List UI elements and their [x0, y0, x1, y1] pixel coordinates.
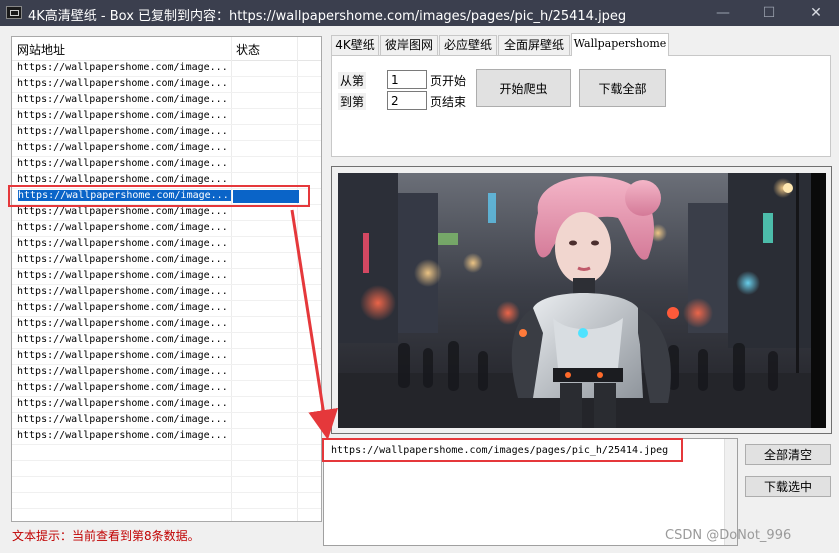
row-url: https://wallpapershome.com/image... [17, 222, 228, 233]
status-hint: 文本提示：当前查看到第8条数据。 [12, 529, 200, 543]
row-url: https://wallpapershome.com/image... [17, 270, 228, 281]
start-crawl-button[interactable]: 开始爬虫 [476, 69, 571, 107]
empty-row [12, 477, 321, 493]
wallpaper-preview-image [338, 173, 811, 428]
table-row[interactable]: https://wallpapershome.com/image... [12, 365, 321, 381]
empty-row [12, 509, 321, 525]
column-header-status[interactable]: 状态 [236, 41, 260, 58]
column-header-url[interactable]: 网站地址 [17, 41, 65, 58]
preview-right-border [811, 173, 826, 428]
to-page-input[interactable] [387, 91, 427, 110]
from-page-input[interactable] [387, 70, 427, 89]
app-window: 4K高清壁纸 - Box 已复制到内容：https://wallpapersho… [0, 0, 839, 553]
table-row[interactable]: https://wallpapershome.com/image... [12, 285, 321, 301]
table-row[interactable]: https://wallpapershome.com/image... [12, 109, 321, 125]
annotation-highlight-selected-row [8, 185, 310, 207]
table-row[interactable]: https://wallpapershome.com/image... [12, 301, 321, 317]
table-row[interactable]: https://wallpapershome.com/image... [12, 413, 321, 429]
row-url: https://wallpapershome.com/image... [17, 398, 228, 409]
tab-4k-wallpaper[interactable]: 4K壁纸 [331, 35, 379, 55]
image-preview-frame [331, 166, 832, 434]
table-row[interactable]: https://wallpapershome.com/image... [12, 157, 321, 173]
title-bar: 4K高清壁纸 - Box 已复制到内容：https://wallpapersho… [0, 0, 839, 26]
table-row[interactable]: https://wallpapershome.com/image... [12, 205, 321, 221]
row-url: https://wallpapershome.com/image... [17, 126, 228, 137]
tab-netbian[interactable]: 彼岸图网 [380, 35, 438, 55]
to-page-label: 到第 [338, 93, 367, 110]
table-row[interactable]: https://wallpapershome.com/image... [12, 429, 321, 445]
row-url: https://wallpapershome.com/image... [17, 254, 228, 265]
row-url: https://wallpapershome.com/image... [17, 366, 228, 377]
row-url: https://wallpapershome.com/image... [17, 318, 228, 329]
row-url: https://wallpapershome.com/image... [17, 302, 228, 313]
table-row[interactable]: https://wallpapershome.com/image... [12, 125, 321, 141]
table-row[interactable]: https://wallpapershome.com/image... [12, 381, 321, 397]
row-url: https://wallpapershome.com/image... [17, 142, 228, 153]
empty-row [12, 445, 321, 461]
row-url: https://wallpapershome.com/image... [17, 206, 228, 217]
table-row[interactable]: https://wallpapershome.com/image... [12, 77, 321, 93]
minimize-button[interactable]: — [700, 0, 746, 26]
row-url: https://wallpapershome.com/image... [17, 382, 228, 393]
tab-panel-wallpapershome: 从第 到第 页开始 页结束 开始爬虫 下载全部 [331, 55, 831, 157]
table-row[interactable]: https://wallpapershome.com/image... [12, 397, 321, 413]
row-url: https://wallpapershome.com/image... [17, 94, 228, 105]
row-url: https://wallpapershome.com/image... [17, 414, 228, 425]
table-row[interactable]: https://wallpapershome.com/image... [12, 237, 321, 253]
row-url: https://wallpapershome.com/image... [17, 158, 228, 169]
tab-fullscreen-wallpaper[interactable]: 全面屏壁纸 [498, 35, 570, 55]
app-icon [6, 6, 22, 19]
list-rows: https://wallpapershome.com/image... https… [12, 61, 321, 525]
table-row[interactable]: https://wallpapershome.com/image... [12, 221, 321, 237]
table-row[interactable]: https://wallpapershome.com/image... [12, 141, 321, 157]
tab-bing-wallpaper[interactable]: 必应壁纸 [439, 35, 497, 55]
annotation-highlight-url [322, 438, 683, 462]
table-row[interactable]: https://wallpapershome.com/image... [12, 93, 321, 109]
end-page-suffix: 页结束 [430, 95, 467, 109]
close-button[interactable]: ✕ [793, 0, 839, 26]
download-selected-button[interactable]: 下载选中 [745, 476, 831, 497]
from-page-label: 从第 [338, 72, 367, 89]
row-url: https://wallpapershome.com/image... [17, 286, 228, 297]
empty-row [12, 461, 321, 477]
table-row[interactable]: https://wallpapershome.com/image... [12, 349, 321, 365]
maximize-button[interactable]: ☐ [746, 0, 792, 26]
row-url: https://wallpapershome.com/image... [17, 238, 228, 249]
table-row[interactable]: https://wallpapershome.com/image... [12, 269, 321, 285]
row-url: https://wallpapershome.com/image... [17, 430, 228, 441]
url-list[interactable]: 网站地址 状态 https://wallpapershome.com/image… [11, 36, 322, 525]
clear-all-button[interactable]: 全部清空 [745, 444, 831, 465]
table-row[interactable]: https://wallpapershome.com/image... [12, 333, 321, 349]
row-url: https://wallpapershome.com/image... [17, 334, 228, 345]
table-row[interactable]: https://wallpapershome.com/image... [12, 253, 321, 269]
start-page-suffix: 页开始 [430, 74, 467, 88]
csdn-watermark: CSDN @DoNot_996 [665, 528, 792, 543]
row-url: https://wallpapershome.com/image... [17, 62, 228, 73]
empty-row [12, 493, 321, 509]
row-url: https://wallpapershome.com/image... [17, 174, 228, 185]
row-url: https://wallpapershome.com/image... [17, 110, 228, 121]
list-header: 网站地址 状态 [12, 37, 321, 61]
download-all-button[interactable]: 下载全部 [579, 69, 666, 107]
table-row[interactable]: https://wallpapershome.com/image... [12, 317, 321, 333]
row-url: https://wallpapershome.com/image... [17, 78, 228, 89]
window-title: 4K高清壁纸 - Box 已复制到内容：https://wallpapersho… [28, 9, 627, 24]
tab-wallpapershome[interactable]: Wallpapershome [571, 33, 669, 56]
row-url: https://wallpapershome.com/image... [17, 350, 228, 361]
table-row[interactable]: https://wallpapershome.com/image... [12, 61, 321, 77]
